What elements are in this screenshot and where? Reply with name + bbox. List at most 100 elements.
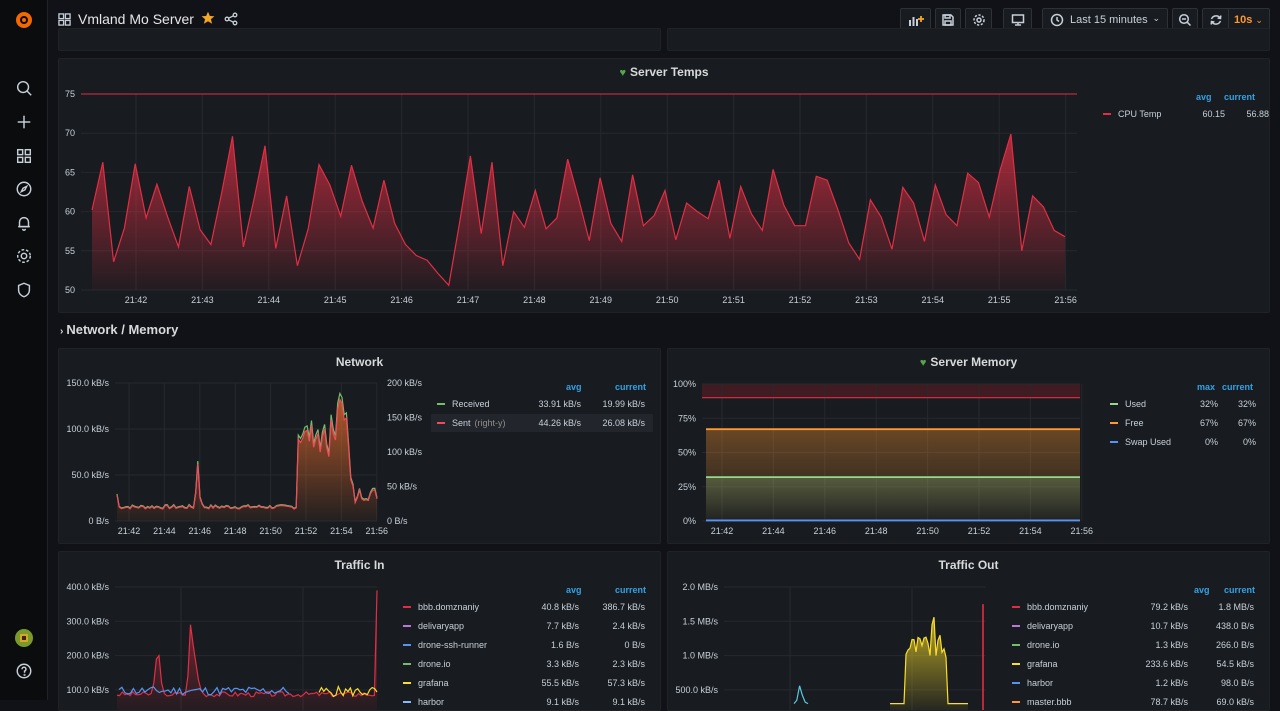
mem-y-tick: 100% bbox=[673, 379, 696, 389]
tout-y-tick: 500.0 kB/s bbox=[675, 685, 718, 695]
legend-axis-suffix: (right-y) bbox=[474, 418, 506, 428]
net-x-tick: 21:50 bbox=[259, 526, 282, 536]
legend-item-free[interactable]: Free 67% 67% bbox=[1104, 414, 1262, 432]
bell-icon[interactable] bbox=[14, 213, 34, 233]
plus-icon[interactable] bbox=[14, 112, 34, 132]
legend-header-current[interactable]: current bbox=[1222, 382, 1253, 392]
legend-item-used[interactable]: Used 32% 32% bbox=[1104, 395, 1262, 413]
temps-x-tick: 21:49 bbox=[590, 295, 613, 305]
legend-avg: 60.15 bbox=[1202, 109, 1225, 119]
legend-header-current[interactable]: current bbox=[615, 382, 646, 392]
panel-top-left-partial bbox=[58, 28, 661, 51]
legend-swatch bbox=[403, 682, 411, 684]
legend-current: 98.0 B/s bbox=[1220, 678, 1254, 688]
mem-x-tick: 21:48 bbox=[865, 526, 888, 536]
legend-header-avg[interactable]: avg bbox=[566, 585, 582, 595]
legend-item[interactable]: drone.io 3.3 kB/s 2.3 kB/s bbox=[397, 655, 653, 673]
legend-label: delivaryapp bbox=[1027, 621, 1074, 631]
legend-label: Swap Used bbox=[1125, 437, 1172, 447]
net-x-tick: 21:54 bbox=[330, 526, 353, 536]
grafana-logo-icon[interactable] bbox=[14, 10, 34, 30]
chevron-down-icon: ⌄ bbox=[1255, 14, 1263, 25]
legend-label: drone-ssh-runner bbox=[418, 640, 488, 650]
temps-x-tick: 21:56 bbox=[1054, 295, 1077, 305]
legend-label: grafana bbox=[1027, 659, 1058, 669]
legend-item[interactable]: harbor 9.1 kB/s 9.1 kB/s bbox=[397, 693, 653, 710]
legend-item[interactable]: bbb.domznaniy 40.8 kB/s 386.7 kB/s bbox=[397, 598, 653, 616]
shield-icon[interactable] bbox=[14, 280, 34, 300]
legend-avg: 33.91 kB/s bbox=[538, 399, 581, 409]
legend-item-received[interactable]: Received 33.91 kB/s 19.99 kB/s bbox=[431, 395, 653, 413]
search-icon[interactable] bbox=[14, 78, 34, 98]
legend-item[interactable]: drone-ssh-runner 1.6 B/s 0 B/s bbox=[397, 636, 653, 654]
legend-item-swap-used[interactable]: Swap Used 0% 0% bbox=[1104, 433, 1262, 451]
legend-header-current[interactable]: current bbox=[1224, 585, 1255, 595]
legend-swatch bbox=[403, 625, 411, 627]
legend-item[interactable]: grafana 55.5 kB/s 57.3 kB/s bbox=[397, 674, 653, 692]
row-title: Network / Memory bbox=[66, 322, 179, 337]
legend-swatch bbox=[1012, 682, 1020, 684]
legend-swatch bbox=[1103, 113, 1111, 115]
legend-label: master.bbb bbox=[1027, 697, 1072, 707]
gear-icon bbox=[972, 14, 985, 26]
legend-avg: 7.7 kB/s bbox=[546, 621, 579, 631]
star-icon[interactable] bbox=[201, 11, 215, 28]
legend-current: 1.8 MB/s bbox=[1218, 602, 1254, 612]
legend-item[interactable]: delivaryapp 10.7 kB/s 438.0 B/s bbox=[1006, 617, 1262, 635]
tin-y-tick: 300.0 kB/s bbox=[66, 616, 109, 626]
legend-item[interactable]: master.bbb 78.7 kB/s 69.0 kB/s bbox=[1006, 693, 1262, 710]
zoom-out-icon bbox=[1178, 13, 1192, 27]
legend-item[interactable]: drone.io 1.3 kB/s 266.0 B/s bbox=[1006, 636, 1262, 654]
net-y-right-tick: 50 kB/s bbox=[387, 482, 418, 492]
tout-harbor-line bbox=[793, 685, 809, 705]
time-range-label: Last 15 minutes bbox=[1070, 14, 1148, 26]
legend-avg: 3.3 kB/s bbox=[546, 659, 579, 669]
mem-threshold-band bbox=[702, 384, 1080, 398]
help-icon[interactable] bbox=[14, 661, 34, 681]
legend-current: 0 B/s bbox=[624, 640, 645, 650]
share-icon[interactable] bbox=[224, 12, 238, 29]
legend-swatch bbox=[403, 606, 411, 608]
legend-avg: 1.2 kB/s bbox=[1155, 678, 1188, 688]
legend-item-cpu-temp[interactable]: CPU Temp 60.15 56.88 bbox=[1099, 105, 1269, 123]
legend-current: 266.0 B/s bbox=[1215, 640, 1254, 650]
legend-header-avg[interactable]: avg bbox=[566, 382, 582, 392]
temps-chart[interactable]: 75 70 65 60 55 50 21:42 21:43 21:44 21:45 21:46 21:… bbox=[59, 59, 1270, 313]
temps-y-tick: 50 bbox=[65, 285, 75, 295]
tin-y-tick: 100.0 kB/s bbox=[66, 685, 109, 695]
tin-y-tick: 200.0 kB/s bbox=[66, 651, 109, 661]
legend-label: delivaryapp bbox=[418, 621, 465, 631]
mem-y-tick: 75% bbox=[678, 413, 696, 423]
legend-item[interactable]: harbor 1.2 kB/s 98.0 B/s bbox=[1006, 674, 1262, 692]
traffic-in-panel: Traffic In 400.0 kB/s 300.0 kB/s 200.0 kB/… bbox=[58, 551, 661, 711]
legend-item[interactable]: bbb.domznaniy 79.2 kB/s 1.8 MB/s bbox=[1006, 598, 1262, 616]
legend-current: 54.5 kB/s bbox=[1216, 659, 1254, 669]
legend-label: Used bbox=[1125, 399, 1147, 409]
mem-y-tick: 0% bbox=[683, 516, 696, 526]
temps-x-tick: 21:54 bbox=[922, 295, 945, 305]
row-header-network-memory[interactable]: › Network / Memory bbox=[60, 322, 178, 337]
legend-header-avg[interactable]: avg bbox=[1196, 92, 1212, 102]
traffic-out-legend: avg current bbb.domznaniy 79.2 kB/s 1.8 MB… bbox=[1006, 582, 1262, 710]
compass-icon[interactable] bbox=[14, 179, 34, 199]
legend-header-current[interactable]: current bbox=[1224, 92, 1255, 102]
legend-header-current[interactable]: current bbox=[615, 585, 646, 595]
legend-item[interactable]: delivaryapp 7.7 kB/s 2.4 kB/s bbox=[397, 617, 653, 635]
legend-item[interactable]: grafana 233.6 kB/s 54.5 kB/s bbox=[1006, 655, 1262, 673]
gear-icon[interactable] bbox=[14, 246, 34, 266]
temps-x-tick: 21:47 bbox=[457, 295, 480, 305]
dashboards-icon[interactable] bbox=[14, 146, 34, 166]
dashboard-title[interactable]: Vmland Mo Server bbox=[78, 11, 194, 27]
net-y-right-tick: 150 kB/s bbox=[387, 413, 423, 423]
avatar[interactable] bbox=[14, 628, 34, 648]
temps-y-tick: 55 bbox=[65, 246, 75, 256]
add-panel-icon bbox=[908, 16, 924, 26]
legend-header-max[interactable]: max bbox=[1197, 382, 1215, 392]
dashboard-grid-icon bbox=[58, 13, 71, 29]
legend-avg: 40.8 kB/s bbox=[541, 602, 579, 612]
legend-item-sent[interactable]: Sent (right-y) 44.26 kB/s 26.08 kB/s bbox=[431, 414, 653, 432]
legend-avg: 78.7 kB/s bbox=[1150, 697, 1188, 707]
legend-current: 2.3 kB/s bbox=[612, 659, 645, 669]
legend-header-avg[interactable]: avg bbox=[1194, 585, 1210, 595]
net-y-left-tick: 100.0 kB/s bbox=[66, 424, 109, 434]
